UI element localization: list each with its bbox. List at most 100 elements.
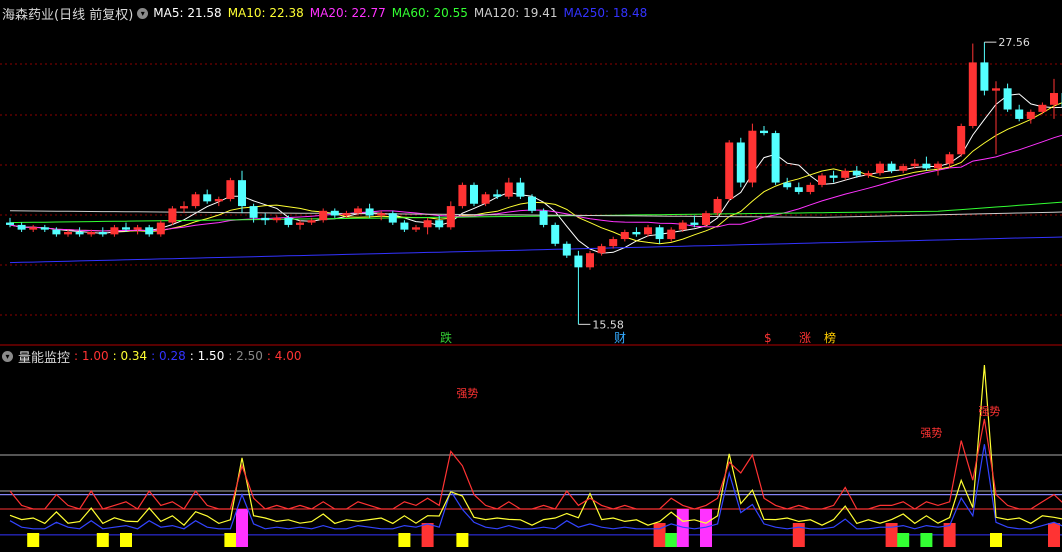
event-marker: $ xyxy=(764,331,772,345)
volume-monitor-chart: 强势强势强势 xyxy=(0,364,1062,547)
candle-body xyxy=(748,130,757,183)
event-marker: 财 xyxy=(614,331,626,345)
candle-body xyxy=(238,180,246,207)
candle-body xyxy=(412,227,420,230)
volume-bar xyxy=(96,533,109,547)
volume-bar xyxy=(1048,523,1060,547)
candle-body xyxy=(667,229,676,240)
candle-body xyxy=(17,224,26,230)
candle-body xyxy=(586,253,594,268)
candle-body xyxy=(1026,111,1035,119)
candle-body xyxy=(794,187,803,192)
candle-body xyxy=(678,222,687,230)
candlesticks xyxy=(6,42,1062,325)
candle-body xyxy=(423,220,432,228)
candle-body xyxy=(980,62,989,91)
candle-body xyxy=(110,227,119,235)
volume-bar xyxy=(456,533,469,547)
candle-body xyxy=(29,227,38,230)
candle-body xyxy=(760,130,768,134)
candle-body xyxy=(156,222,165,235)
candle-body xyxy=(307,220,316,223)
kline-chart[interactable]: 强势强势强势 27.56 15.58 跌财 $ 涨榜 xyxy=(0,0,1062,552)
candle-body xyxy=(226,180,235,200)
volume-bar xyxy=(665,533,678,547)
candle-body xyxy=(841,170,850,178)
event-marker: 榜 xyxy=(824,330,836,345)
moving-average-lines xyxy=(9,93,1062,264)
volume-bar xyxy=(27,533,40,547)
candle-body xyxy=(632,232,641,235)
candle-body xyxy=(6,222,14,225)
candle-body xyxy=(690,222,699,225)
candle-body xyxy=(829,175,838,178)
candle-body xyxy=(504,182,513,197)
ma-line-ma250 xyxy=(9,236,1062,264)
candle-body xyxy=(296,222,304,225)
candle-body xyxy=(446,206,455,228)
candle-body xyxy=(342,213,351,216)
candle-body xyxy=(365,208,374,216)
candle-body xyxy=(713,199,722,214)
candle-body xyxy=(644,227,652,235)
candle-body xyxy=(539,210,548,225)
candle-body xyxy=(1038,104,1047,112)
candle-body xyxy=(203,194,212,202)
candle-body xyxy=(272,217,281,221)
candle-body xyxy=(806,184,815,192)
volume-bar xyxy=(421,523,434,547)
candle-body xyxy=(319,210,328,221)
volume-bar xyxy=(920,533,933,547)
chart-annotations: 27.56 15.58 跌 财 $ 涨榜 xyxy=(440,36,1030,345)
event-marker: 跌 xyxy=(440,330,452,345)
candle-body xyxy=(458,184,467,207)
candle-body xyxy=(1003,88,1012,110)
candle-body xyxy=(864,173,873,176)
candle-body xyxy=(968,62,977,126)
candle-body xyxy=(1050,93,1058,105)
strong-annotation: 强势 xyxy=(456,387,478,400)
candle-body xyxy=(493,194,502,197)
candle-body xyxy=(574,255,583,268)
candle-body xyxy=(214,199,223,202)
candle-body xyxy=(655,227,664,240)
candle-body xyxy=(284,217,293,225)
candle-body xyxy=(377,213,386,216)
volume-bar xyxy=(120,533,132,547)
high-price-label: 27.56 xyxy=(998,36,1030,49)
candle-body xyxy=(876,163,884,174)
candle-body xyxy=(1015,109,1024,119)
volume-bar xyxy=(398,533,411,547)
volume-line-red xyxy=(9,418,1062,510)
candle-body xyxy=(910,163,919,167)
candle-body xyxy=(133,227,142,230)
candle-body xyxy=(122,227,130,230)
volume-bar xyxy=(224,533,237,547)
strong-annotation: 强势 xyxy=(978,405,1000,418)
candle-body xyxy=(516,182,525,197)
candle-body xyxy=(191,194,200,207)
candle-body xyxy=(852,170,861,176)
volume-bar xyxy=(990,533,1002,547)
candle-body xyxy=(551,224,560,244)
volume-line-blue xyxy=(9,444,1062,530)
candle-body xyxy=(40,227,49,230)
candle-body xyxy=(87,232,96,235)
candle-body xyxy=(354,208,362,214)
candle-body xyxy=(562,243,571,256)
candle-body xyxy=(702,213,710,225)
candle-body xyxy=(899,166,908,171)
candle-body xyxy=(388,213,397,223)
candle-body xyxy=(145,227,154,235)
candle-body xyxy=(400,222,409,230)
candle-body xyxy=(64,232,72,235)
candle-body xyxy=(818,175,826,185)
candle-body xyxy=(470,184,478,204)
candle-body xyxy=(887,163,896,171)
candle-body xyxy=(597,246,606,254)
low-price-label: 15.58 xyxy=(592,318,624,331)
candle-body xyxy=(609,239,618,247)
candle-body xyxy=(725,142,734,200)
candle-body xyxy=(435,220,444,228)
candle-body xyxy=(620,232,629,240)
